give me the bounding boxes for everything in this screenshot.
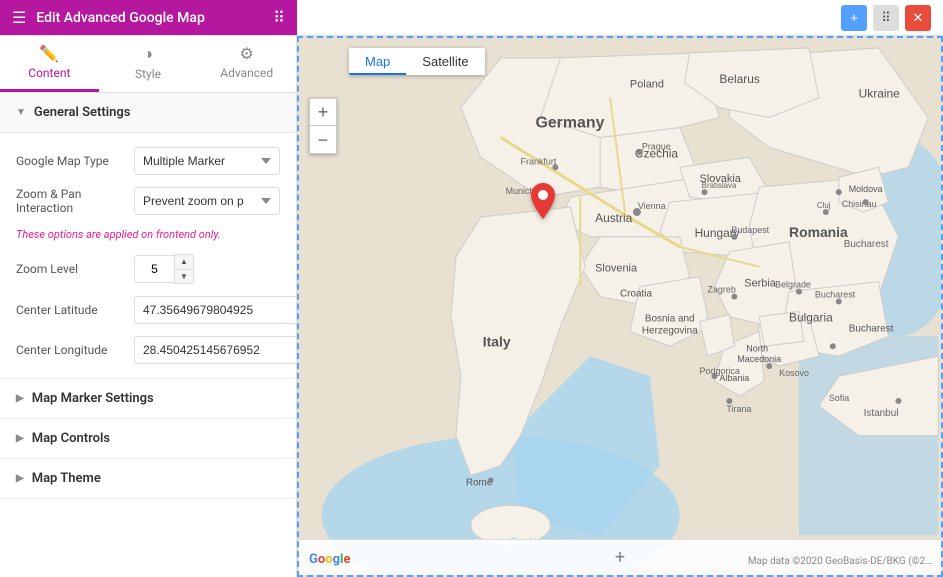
zoom-level-label: Zoom Level xyxy=(16,262,126,276)
google-logo: Google xyxy=(309,552,350,567)
svg-text:Vienna: Vienna xyxy=(638,201,666,211)
zoom-pan-row: Zoom & Pan Interaction Prevent zoom on p… xyxy=(16,187,280,215)
general-settings-title: General Settings xyxy=(34,105,131,120)
map-zoom-in-button[interactable]: + xyxy=(309,98,337,126)
close-button[interactable]: ✕ xyxy=(905,5,931,31)
map-controls-label: Map Controls xyxy=(32,431,110,446)
map-type-satellite-button[interactable]: Satellite xyxy=(406,48,484,75)
tab-content-label: Content xyxy=(28,66,70,80)
svg-text:Romania: Romania xyxy=(789,224,848,240)
svg-text:Bosnia and: Bosnia and xyxy=(645,313,695,324)
map-type-label: Google Map Type xyxy=(16,154,126,168)
map-theme-label: Map Theme xyxy=(32,471,101,486)
center-lon-label: Center Longitude xyxy=(16,343,126,357)
map-type-row: Google Map Type Multiple Marker Single M… xyxy=(16,147,280,175)
general-settings-header[interactable]: ▼ General Settings xyxy=(0,93,296,133)
zoom-level-row: Zoom Level ▲ ▼ xyxy=(16,254,280,284)
svg-text:Belarus: Belarus xyxy=(719,72,759,86)
svg-text:Italy: Italy xyxy=(483,333,511,349)
tab-content[interactable]: ✏️ Content xyxy=(0,36,99,92)
map-type-buttons: Map Satellite xyxy=(349,48,485,75)
hint-text: These options are applied on frontend on… xyxy=(16,227,280,242)
map-type-map-button[interactable]: Map xyxy=(349,48,406,75)
general-settings-form: Google Map Type Multiple Marker Single M… xyxy=(0,133,296,379)
svg-text:Macedonia: Macedonia xyxy=(737,354,781,364)
center-lat-label: Center Latitude xyxy=(16,303,126,317)
svg-text:Budapest: Budapest xyxy=(731,225,769,235)
tab-advanced-label: Advanced xyxy=(220,66,273,80)
map-marker xyxy=(531,183,555,226)
tab-advanced[interactable]: ⚙ Advanced xyxy=(197,36,296,92)
map-marker-settings-header[interactable]: ▶ Map Marker Settings xyxy=(0,379,296,419)
zoom-pan-label: Zoom & Pan Interaction xyxy=(16,187,126,215)
center-lon-row: Center Longitude xyxy=(16,336,280,364)
main-layout: ✏️ Content ◑ Style ⚙ Advanced ▼ General … xyxy=(0,36,943,577)
map-type-select[interactable]: Multiple Marker Single Marker Route xyxy=(134,147,280,175)
zoom-down-button[interactable]: ▼ xyxy=(175,269,193,283)
advanced-tab-icon: ⚙ xyxy=(240,44,254,63)
zoom-level-input[interactable] xyxy=(134,255,174,283)
hamburger-icon[interactable]: ☰ xyxy=(12,8,26,27)
svg-text:Serbia: Serbia xyxy=(744,278,776,290)
svg-text:Bucharest: Bucharest xyxy=(849,323,894,334)
svg-text:Bratislava: Bratislava xyxy=(702,181,737,190)
top-bar: ☰ Edit Advanced Google Map ⠿ + ⠿ ✕ xyxy=(0,0,943,36)
map-zoom-controls: + − xyxy=(309,98,337,154)
svg-text:Slovenia: Slovenia xyxy=(595,263,638,275)
svg-text:Sofia: Sofia xyxy=(829,393,849,403)
svg-text:Istanbul: Istanbul xyxy=(864,408,899,419)
map-marker-label: Map Marker Settings xyxy=(32,391,154,406)
map-theme-header[interactable]: ▶ Map Theme xyxy=(0,459,296,499)
svg-text:Kosovo: Kosovo xyxy=(779,368,809,378)
svg-text:Bulgaria: Bulgaria xyxy=(789,310,833,324)
map-zoom-out-button[interactable]: − xyxy=(309,126,337,154)
svg-text:Prague: Prague xyxy=(642,141,671,151)
map-data-notice: Map data ©2020 GeoBasis-DE/BKG (©2... xyxy=(748,556,933,567)
svg-text:Frankfurt: Frankfurt xyxy=(521,156,557,166)
grid-icon[interactable]: ⠿ xyxy=(273,8,285,27)
svg-text:Belgrade: Belgrade xyxy=(775,280,811,290)
tab-style[interactable]: ◑ Style xyxy=(99,36,198,92)
center-lat-row: Center Latitude xyxy=(16,296,280,324)
add-button[interactable]: + xyxy=(841,5,867,31)
content-tab-icon: ✏️ xyxy=(39,44,59,63)
top-bar-left: ☰ Edit Advanced Google Map ⠿ xyxy=(0,0,297,35)
tabs-bar: ✏️ Content ◑ Style ⚙ Advanced xyxy=(0,36,296,93)
center-lat-input[interactable] xyxy=(134,296,297,324)
svg-text:Bucharest: Bucharest xyxy=(844,239,889,250)
svg-text:Podgorica: Podgorica xyxy=(700,366,740,376)
zoom-pan-select[interactable]: Prevent zoom on p Allow zoom on scroll xyxy=(134,187,280,215)
svg-text:Bucharest: Bucharest xyxy=(815,290,856,300)
svg-text:Ukraine: Ukraine xyxy=(859,87,900,101)
page-title: Edit Advanced Google Map xyxy=(36,10,204,26)
svg-text:Zagreb: Zagreb xyxy=(708,285,736,295)
panel-content: ▼ General Settings Google Map Type Multi… xyxy=(0,93,296,577)
grid-button[interactable]: ⠿ xyxy=(873,5,899,31)
svg-text:North: North xyxy=(746,343,768,353)
general-settings-arrow: ▼ xyxy=(16,107,26,118)
svg-text:Moldova: Moldova xyxy=(849,184,883,194)
zoom-spinners: ▲ ▼ xyxy=(174,254,194,284)
svg-text:Poland: Poland xyxy=(630,79,664,91)
tab-style-label: Style xyxy=(135,67,161,81)
svg-text:Austria: Austria xyxy=(595,211,632,225)
svg-text:Chisinau: Chisinau xyxy=(842,199,877,209)
zoom-up-button[interactable]: ▲ xyxy=(175,255,193,269)
svg-text:Cluj: Cluj xyxy=(817,201,831,210)
map-panel: Germany Czechia Austria Slovakia Hungary… xyxy=(297,36,943,577)
style-tab-icon: ◑ xyxy=(143,44,153,64)
map-controls-arrow: ▶ xyxy=(16,433,24,444)
left-panel: ✏️ Content ◑ Style ⚙ Advanced ▼ General … xyxy=(0,36,297,577)
svg-text:Croatia: Croatia xyxy=(620,289,653,300)
center-lon-input[interactable] xyxy=(134,336,297,364)
svg-text:Germany: Germany xyxy=(535,115,604,132)
zoom-control: ▲ ▼ xyxy=(134,254,194,284)
map-theme-arrow: ▶ xyxy=(16,473,24,484)
map-background: Germany Czechia Austria Slovakia Hungary… xyxy=(299,38,941,575)
svg-text:Tirana: Tirana xyxy=(726,404,751,414)
svg-text:Herzegovina: Herzegovina xyxy=(642,325,698,336)
map-marker-arrow: ▶ xyxy=(16,393,24,404)
map-controls-header[interactable]: ▶ Map Controls xyxy=(0,419,296,459)
top-bar-right: + ⠿ ✕ xyxy=(297,5,943,31)
